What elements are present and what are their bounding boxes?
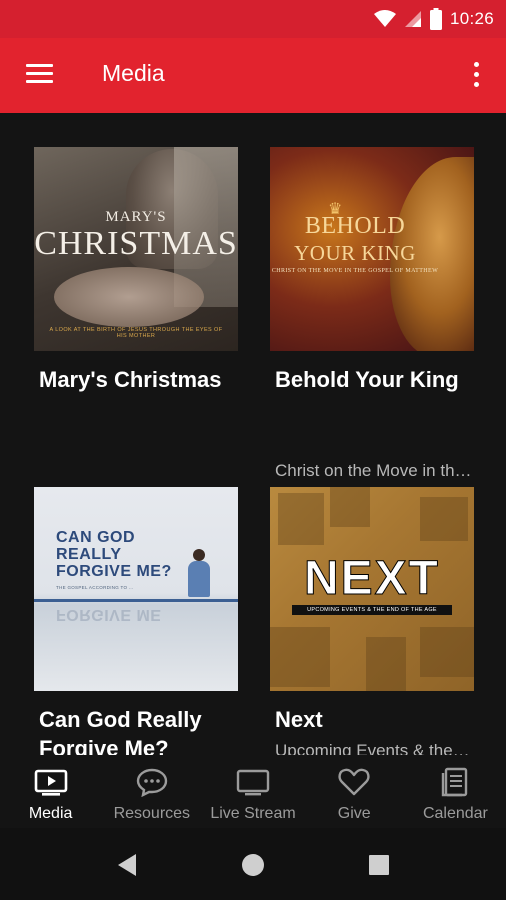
- more-vert-icon[interactable]: [468, 60, 484, 90]
- recents-icon[interactable]: [364, 850, 394, 880]
- art-tagline: A LOOK AT THE BIRTH OF JESUS THROUGH THE…: [49, 327, 223, 339]
- person-art: [186, 549, 210, 597]
- baby-art: [54, 267, 204, 327]
- status-icons: 10:26: [373, 7, 494, 31]
- home-icon[interactable]: [238, 850, 268, 880]
- nav-label: Give: [337, 805, 371, 822]
- media-card-next[interactable]: NEXT UPCOMING EVENTS & THE END OF THE AG…: [270, 487, 476, 755]
- card-title: Behold Your King: [275, 367, 459, 392]
- art-title-main: CHRISTMAS: [34, 225, 238, 262]
- nav-item-resources[interactable]: Resources: [101, 755, 202, 828]
- battery-icon: [429, 8, 442, 30]
- art-title: CAN GOD REALLY FORGIVE ME?: [56, 529, 172, 580]
- monitor-icon: [236, 769, 270, 796]
- app-bar: Media: [0, 38, 506, 113]
- media-card-can-god-really-forgive-me[interactable]: CAN GOD REALLY FORGIVE ME? THE GOSPEL AC…: [34, 487, 240, 755]
- card-subtitle: Christ on the Move in the Gospel of Matt…: [275, 461, 473, 480]
- media-grid: MARY'S CHRISTMAS A LOOK AT THE BIRTH OF …: [0, 113, 506, 755]
- menu-icon[interactable]: [26, 62, 54, 86]
- heart-icon: [338, 768, 370, 796]
- media-thumbnail: CAN GOD REALLY FORGIVE ME? THE GOSPEL AC…: [34, 487, 238, 691]
- nav-label: Live Stream: [210, 805, 296, 822]
- media-thumbnail: NEXT UPCOMING EVENTS & THE END OF THE AG…: [270, 487, 474, 691]
- art-title-top: MARY'S: [105, 209, 167, 225]
- wifi-icon: [373, 10, 396, 27]
- status-time: 10:26: [449, 9, 494, 28]
- card-title: Can God Really Forgive Me?: [39, 707, 202, 755]
- card-title: Next: [275, 707, 323, 732]
- media-thumbnail: MARY'S CHRISTMAS A LOOK AT THE BIRTH OF …: [34, 147, 238, 351]
- media-card-marys-christmas[interactable]: MARY'S CHRISTMAS A LOOK AT THE BIRTH OF …: [34, 147, 240, 447]
- card-title: Mary's Christmas: [39, 367, 222, 392]
- art-subtitle: THE GOSPEL ACCORDING TO ...: [56, 585, 134, 590]
- nav-item-calendar[interactable]: Calendar: [405, 755, 506, 828]
- nav-item-give[interactable]: Give: [304, 755, 405, 828]
- tv-play-icon: [34, 769, 67, 796]
- system-navigation-bar: [0, 828, 506, 900]
- page-title: Media: [102, 60, 165, 86]
- chat-bubble-icon: [136, 768, 167, 797]
- signal-icon: [404, 11, 421, 27]
- media-thumbnail: ♛ BEHOLD YOUR KING CHRIST ON THE MOVE IN…: [270, 147, 474, 351]
- art-subtitle: CHRIST ON THE MOVE IN THE GOSPEL OF MATT…: [271, 268, 439, 274]
- nav-label: Resources: [113, 805, 191, 822]
- nav-item-media[interactable]: Media: [0, 755, 101, 828]
- back-icon[interactable]: [112, 850, 142, 880]
- nav-label: Calendar: [422, 805, 488, 822]
- status-bar: 10:26: [0, 0, 506, 38]
- nav-label: Media: [28, 805, 73, 822]
- media-card-behold-your-king[interactable]: ♛ BEHOLD YOUR KING CHRIST ON THE MOVE IN…: [270, 147, 476, 480]
- art-title: NEXT: [303, 552, 440, 606]
- art-title-2: YOUR KING: [294, 241, 416, 265]
- calendar-icon: [442, 767, 468, 797]
- art-reflection: FORGIVE ME: [56, 606, 162, 623]
- art-title-1: BEHOLD: [304, 213, 406, 239]
- nav-item-live-stream[interactable]: Live Stream: [202, 755, 303, 828]
- bottom-navigation: Media Resources Live Stream Give Calenda…: [0, 755, 506, 828]
- card-subtitle: Upcoming Events & the End of the Age: [275, 741, 473, 755]
- art-subtitle: UPCOMING EVENTS & THE END OF THE AGE: [292, 605, 452, 615]
